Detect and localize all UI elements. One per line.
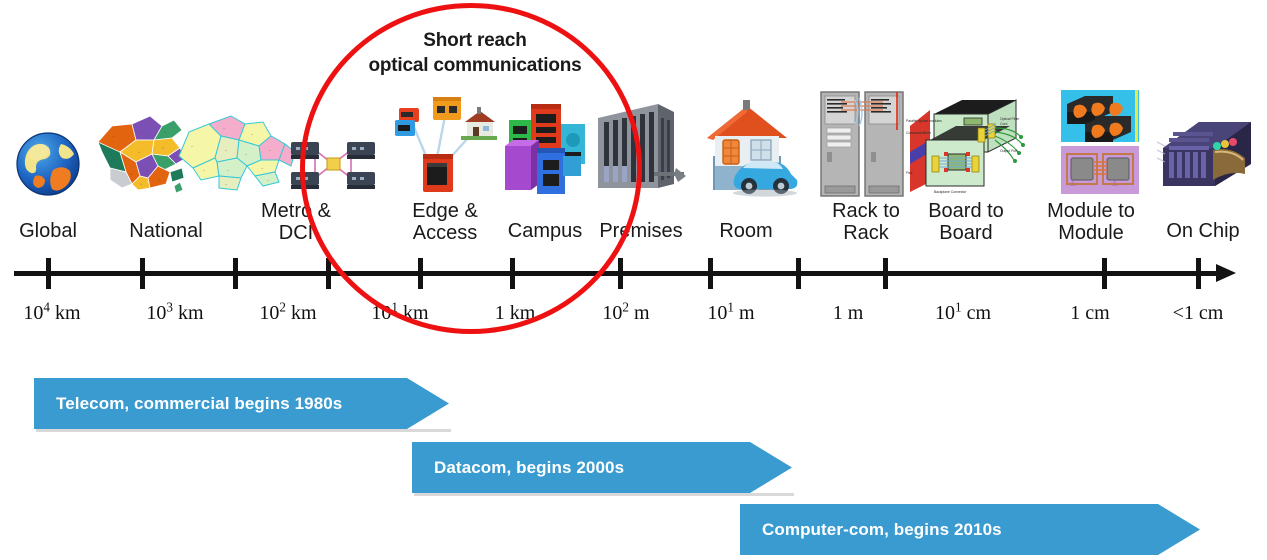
tier-label-rack-to-rack: Rack to Rack xyxy=(832,200,900,245)
banner-datacom[interactable]: Datacom, begins 2000s xyxy=(412,442,792,493)
banner-telecom[interactable]: Telecom, commercial begins 1980s xyxy=(34,378,449,429)
banner-computer-com[interactable]: Computer-com, begins 2010s xyxy=(740,504,1200,555)
axis-tick xyxy=(1196,258,1201,289)
server-rack-icon xyxy=(819,90,905,198)
axis-tick xyxy=(140,258,145,289)
svg-text:Parallel optical modules: Parallel optical modules xyxy=(906,119,942,123)
callout-title-line2: optical communications xyxy=(368,55,582,77)
figure-canvas: ** ** ** ** ** ** ** ** ** ** ** ** ** *… xyxy=(0,0,1267,560)
tier-label-campus: Campus xyxy=(507,220,583,242)
tier-label-board-to-board: Board to Board xyxy=(928,200,1004,245)
axis-tick xyxy=(418,258,423,289)
office-building-icon xyxy=(588,96,686,198)
axis-tick xyxy=(708,258,713,289)
svg-text:Backplane Connector: Backplane Connector xyxy=(934,190,967,194)
callout-title: Short reach optical communications xyxy=(330,28,620,78)
svg-text:Cord: Cord xyxy=(1000,122,1007,126)
house-car-icon xyxy=(693,94,799,198)
svg-text:Connector/driver: Connector/driver xyxy=(906,131,932,135)
svg-text:Output Port: Output Port xyxy=(1000,149,1017,153)
tier-label-room: Room xyxy=(719,220,773,242)
axis-tick xyxy=(326,258,331,289)
icon-strip: ** ** ** ** ** ** ** ** ** ** ** ** ** *… xyxy=(0,76,1267,198)
distance-label-10e4-km: 104 km xyxy=(23,299,81,324)
svg-text:Optical Fiber: Optical Fiber xyxy=(1000,117,1020,121)
distance-label-lt-1-cm: <1 cm xyxy=(1172,302,1224,324)
axis-tick xyxy=(1102,258,1107,289)
distance-label-1-cm: 1 cm xyxy=(1070,302,1110,324)
distance-label-10e2-m: 102 m xyxy=(602,299,650,324)
distance-axis-line xyxy=(14,271,1219,276)
distance-label-10e3-km: 103 km xyxy=(146,299,204,324)
campus-servers-icon xyxy=(497,94,593,198)
tier-label-on-chip: On Chip xyxy=(1166,220,1240,242)
banner-shadow xyxy=(36,429,451,432)
axis-tick xyxy=(510,258,515,289)
banner-shadow xyxy=(414,493,794,496)
distance-label-1-m: 1 m xyxy=(832,302,864,324)
axis-tick xyxy=(233,258,238,289)
tier-label-global: Global xyxy=(19,220,77,242)
globe-icon xyxy=(13,126,83,198)
tier-label-module-to-module: Module to Module xyxy=(1047,200,1135,245)
banner-computer-com-label: Computer-com, begins 2010s xyxy=(762,519,1002,539)
distance-label-10e1-km: 101 km xyxy=(371,299,429,324)
axis-tick xyxy=(46,258,51,289)
axis-tick xyxy=(618,258,623,289)
tier-label-premises: Premises xyxy=(599,220,683,242)
board-backplane-icon: Parallel optical modules Connector/drive… xyxy=(904,94,1032,198)
tier-label-national: National xyxy=(129,220,203,242)
callout-title-line1: Short reach xyxy=(423,30,527,51)
access-network-icon xyxy=(389,94,497,198)
distance-label-10e1-cm: 101 cm xyxy=(934,299,992,324)
tier-label-metro-dci: Metro & DCI xyxy=(260,200,332,245)
tier-label-edge-access: Edge & Access xyxy=(412,200,478,245)
axis-arrowhead-icon xyxy=(1216,264,1236,282)
svg-text:Flex: Flex xyxy=(906,171,913,175)
banner-telecom-label: Telecom, commercial begins 1980s xyxy=(56,393,343,413)
distance-label-10e2-km: 102 km xyxy=(259,299,317,324)
distance-label-1-km: 1 km xyxy=(494,302,536,324)
regional-map-icon: ** ** ** ** ** ** ** ** ** ** ** xyxy=(175,106,299,198)
axis-tick xyxy=(796,258,801,289)
banner-datacom-label: Datacom, begins 2000s xyxy=(434,457,625,477)
module-connector-icon: FF xyxy=(1059,90,1141,198)
photonic-chip-icon xyxy=(1155,102,1255,198)
distance-label-10e1-m: 101 m xyxy=(707,299,755,324)
axis-tick xyxy=(883,258,888,289)
network-nodes-icon xyxy=(287,132,379,198)
